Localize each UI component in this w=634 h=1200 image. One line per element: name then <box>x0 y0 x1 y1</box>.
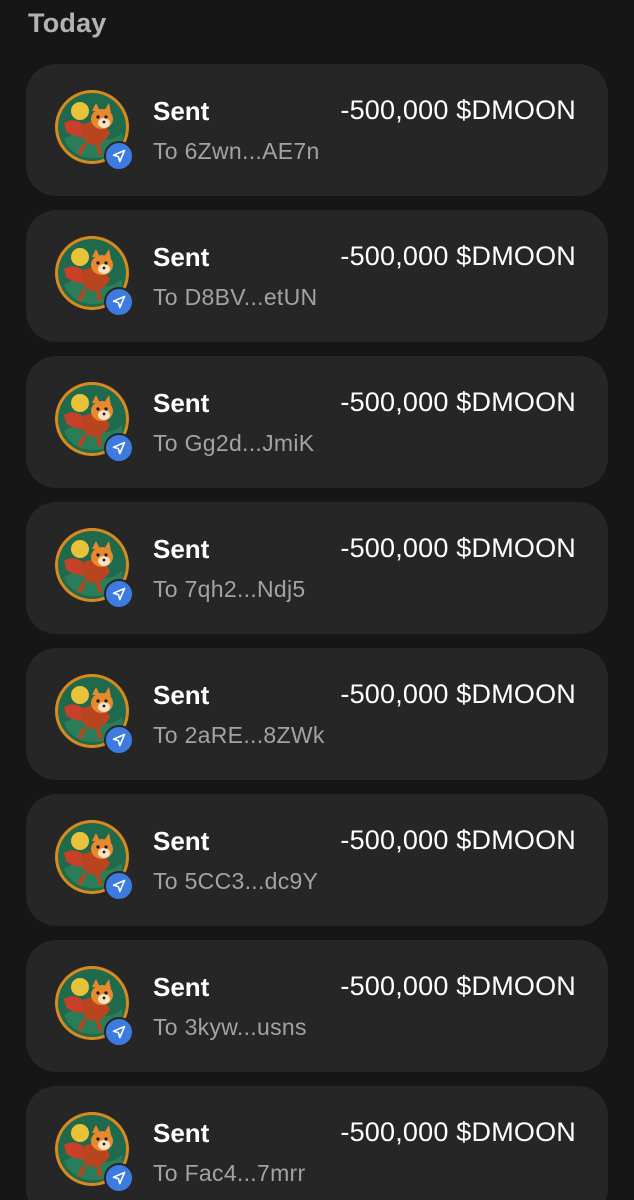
transaction-type: Sent <box>153 96 210 126</box>
transaction-list: Sent -500,000 $DMOON To 6Zwn...AE7n Sent… <box>26 64 608 1200</box>
transaction-type: Sent <box>153 534 210 564</box>
transaction-row[interactable]: Sent -500,000 $DMOON To 7qh2...Ndj5 <box>26 502 608 634</box>
transaction-row[interactable]: Sent -500,000 $DMOON To Gg2d...JmiK <box>26 356 608 488</box>
transaction-amount: -500,000 $DMOON <box>340 679 576 709</box>
activity-page: Today Sent -500,000 $DMOON To 6Zwn...AE7… <box>0 0 634 1200</box>
transaction-row[interactable]: Sent -500,000 $DMOON To 3kyw...usns <box>26 940 608 1072</box>
transaction-type: Sent <box>153 388 210 418</box>
send-arrow-icon <box>104 433 134 463</box>
token-avatar <box>54 527 134 609</box>
send-arrow-icon <box>104 141 134 171</box>
token-avatar <box>54 381 134 463</box>
section-title-today: Today <box>28 8 107 38</box>
transaction-row[interactable]: Sent -500,000 $DMOON To D8BV...etUN <box>26 210 608 342</box>
send-arrow-icon <box>104 579 134 609</box>
token-avatar <box>54 1111 134 1193</box>
transaction-amount: -500,000 $DMOON <box>340 387 576 417</box>
send-arrow-icon <box>104 725 134 755</box>
transaction-amount: -500,000 $DMOON <box>340 95 576 125</box>
transaction-amount: -500,000 $DMOON <box>340 241 576 271</box>
transaction-row[interactable]: Sent -500,000 $DMOON To 2aRE...8ZWk <box>26 648 608 780</box>
transaction-recipient: To 6Zwn...AE7n <box>153 138 320 164</box>
token-avatar <box>54 965 134 1047</box>
transaction-row[interactable]: Sent -500,000 $DMOON To 6Zwn...AE7n <box>26 64 608 196</box>
token-avatar <box>54 819 134 901</box>
transaction-row[interactable]: Sent -500,000 $DMOON To Fac4...7mrr <box>26 1086 608 1200</box>
transaction-row[interactable]: Sent -500,000 $DMOON To 5CC3...dc9Y <box>26 794 608 926</box>
send-arrow-icon <box>104 1163 134 1193</box>
transaction-type: Sent <box>153 1118 210 1148</box>
token-avatar <box>54 673 134 755</box>
transaction-amount: -500,000 $DMOON <box>340 971 576 1001</box>
send-arrow-icon <box>104 287 134 317</box>
transaction-recipient: To D8BV...etUN <box>153 284 318 310</box>
transaction-recipient: To Fac4...7mrr <box>153 1160 306 1186</box>
transaction-type: Sent <box>153 972 210 1002</box>
send-arrow-icon <box>104 871 134 901</box>
transaction-type: Sent <box>153 826 210 856</box>
send-arrow-icon <box>104 1017 134 1047</box>
transaction-recipient: To Gg2d...JmiK <box>153 430 315 456</box>
transaction-recipient: To 2aRE...8ZWk <box>153 722 325 748</box>
token-avatar <box>54 235 134 317</box>
transaction-amount: -500,000 $DMOON <box>340 825 576 855</box>
token-avatar <box>54 89 134 171</box>
transaction-recipient: To 3kyw...usns <box>153 1014 307 1040</box>
transaction-type: Sent <box>153 680 210 710</box>
transaction-recipient: To 5CC3...dc9Y <box>153 868 319 894</box>
transaction-amount: -500,000 $DMOON <box>340 1117 576 1147</box>
transaction-recipient: To 7qh2...Ndj5 <box>153 576 306 602</box>
transaction-amount: -500,000 $DMOON <box>340 533 576 563</box>
transaction-type: Sent <box>153 242 210 272</box>
